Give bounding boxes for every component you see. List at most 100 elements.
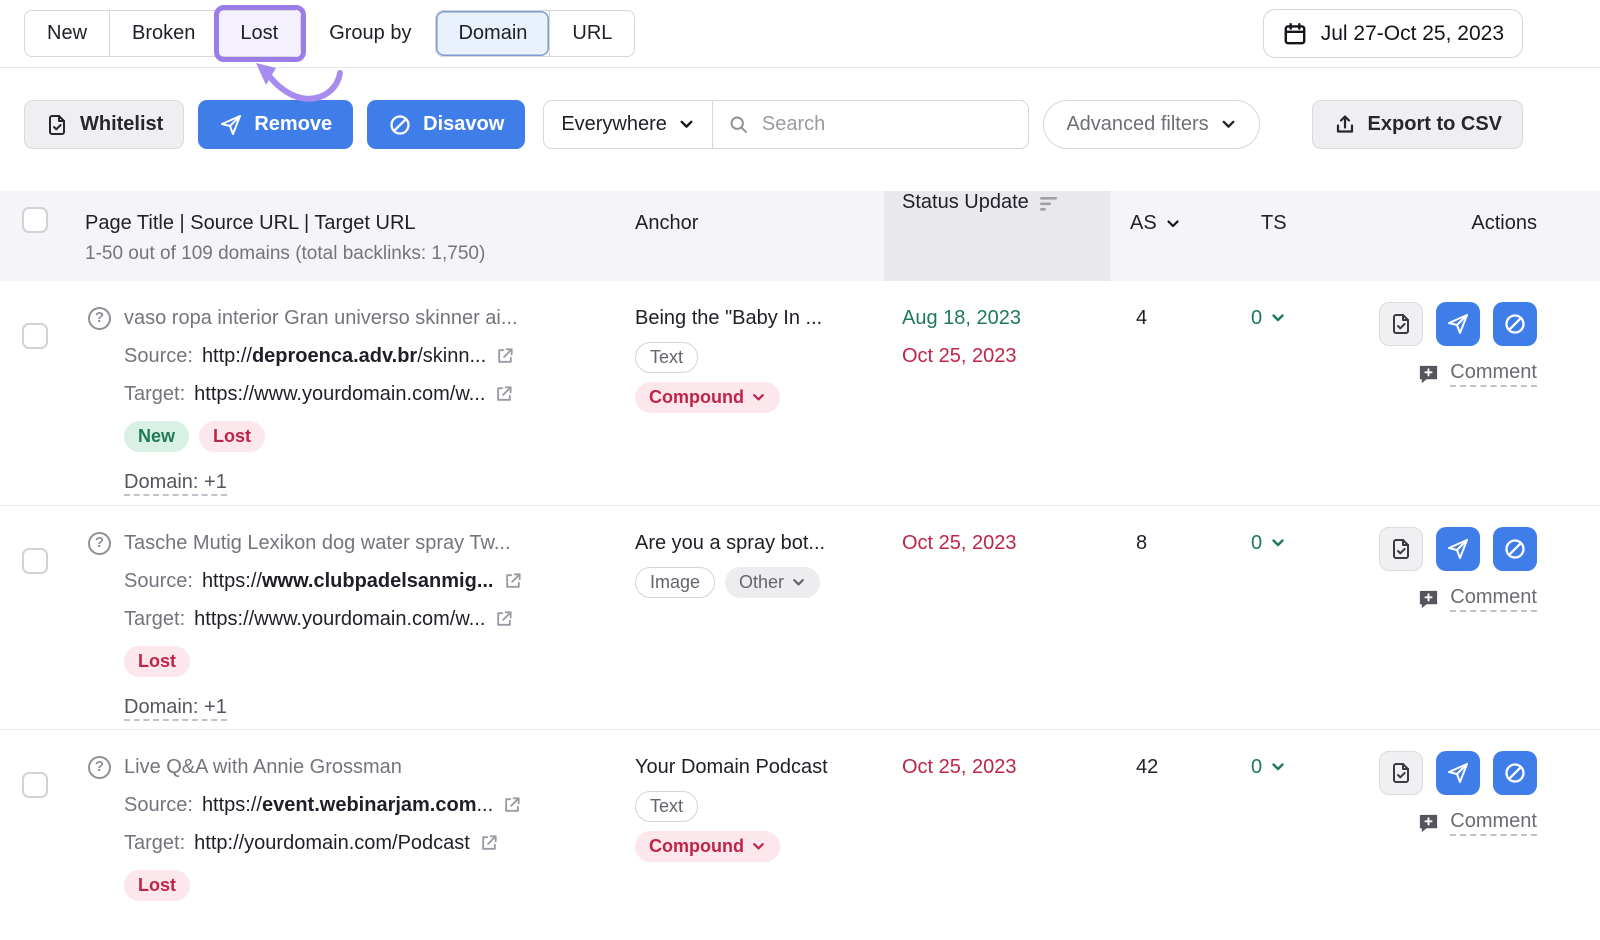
tab-group-domain[interactable]: Domain — [436, 11, 549, 56]
anchor-tags: Text Compound — [635, 342, 884, 413]
source-label: Source: — [124, 786, 193, 824]
domain-more-link[interactable]: Domain: +1 — [124, 471, 227, 496]
external-link-icon[interactable] — [479, 833, 499, 853]
anchor-tag[interactable]: Other — [725, 567, 820, 598]
disavow-action-button[interactable] — [1493, 302, 1537, 346]
chevron-down-icon — [791, 575, 806, 590]
anchor-text: Are you a spray bot... — [635, 524, 884, 562]
anchor-tag-line: Image Other — [635, 567, 820, 598]
anchor-tag-label: Image — [650, 572, 700, 593]
whitelist-action-button[interactable] — [1379, 751, 1423, 795]
source-url-domain: event.webinarjam.com — [262, 794, 477, 816]
row-checkbox[interactable] — [22, 772, 48, 798]
status-badge: Lost — [124, 870, 190, 901]
tab-new[interactable]: New — [25, 11, 109, 56]
anchor-tag[interactable]: Compound — [635, 382, 780, 413]
whitelist-icon — [1389, 761, 1413, 785]
disavow-label: Disavow — [423, 113, 504, 136]
date-range-picker[interactable]: Jul 27-Oct 25, 2023 — [1263, 9, 1523, 58]
action-toolbar: Whitelist Remove Disavow Everywhere — [24, 100, 1576, 149]
whitelist-label: Whitelist — [80, 113, 163, 136]
search-section — [712, 101, 1044, 148]
chevron-down-icon — [751, 390, 766, 405]
status-date: Oct 25, 2023 — [902, 337, 1110, 375]
ts-dropdown[interactable]: 0 — [1251, 524, 1286, 562]
chevron-down-icon — [751, 839, 766, 854]
export-csv-button[interactable]: Export to CSV — [1312, 100, 1523, 149]
anchor-tag-label: Text — [650, 347, 683, 368]
external-link-icon[interactable] — [502, 795, 522, 815]
anchor-tag-line: Text — [635, 791, 698, 822]
chevron-down-icon — [678, 116, 695, 133]
disavow-icon — [388, 113, 412, 137]
advanced-filters-label: Advanced filters — [1066, 113, 1208, 136]
whitelist-icon — [1389, 312, 1413, 336]
tab-broken[interactable]: Broken — [109, 11, 217, 56]
whitelist-action-button[interactable] — [1379, 527, 1423, 571]
target-label: Target: — [124, 824, 185, 862]
ts-dropdown[interactable]: 0 — [1251, 748, 1286, 786]
remove-button[interactable]: Remove — [198, 100, 353, 149]
source-label: Source: — [124, 562, 193, 600]
advanced-filters-dropdown[interactable]: Advanced filters — [1043, 100, 1259, 149]
anchor-tags: Image Other — [635, 567, 884, 598]
source-url-prefix: http:// — [202, 345, 252, 367]
ts-dropdown[interactable]: 0 — [1251, 299, 1286, 337]
external-link-icon[interactable] — [495, 346, 515, 366]
table-row: ? vaso ropa interior Gran universo skinn… — [0, 281, 1600, 505]
external-link-icon[interactable] — [494, 384, 514, 404]
external-link-icon[interactable] — [494, 609, 514, 629]
comment-link[interactable]: Comment — [1417, 361, 1537, 387]
source-url-domain: deproenca.adv.br — [252, 345, 417, 367]
row-checkbox[interactable] — [22, 548, 48, 574]
comment-label: Comment — [1450, 810, 1537, 836]
status-date: Oct 25, 2023 — [902, 524, 1110, 562]
source-label: Source: — [124, 337, 193, 375]
help-icon[interactable]: ? — [88, 756, 111, 779]
disavow-icon — [1503, 761, 1527, 785]
comment-label: Comment — [1450, 586, 1537, 612]
select-all-checkbox[interactable] — [22, 207, 48, 233]
source-url-path: ... — [477, 794, 494, 816]
tab-lost[interactable]: Lost — [217, 11, 300, 56]
chevron-down-icon — [1220, 116, 1237, 133]
comment-plus-icon — [1417, 812, 1440, 835]
anchor-tag-label: Compound — [649, 387, 744, 408]
ts-value: 0 — [1251, 748, 1262, 786]
disavow-action-button[interactable] — [1493, 751, 1537, 795]
remove-action-button[interactable] — [1436, 527, 1480, 571]
disavow-action-button[interactable] — [1493, 527, 1537, 571]
group-by-tabs: Domain URL — [435, 10, 635, 57]
search-icon — [728, 114, 749, 135]
anchor-tag-label: Other — [739, 572, 784, 593]
search-input[interactable] — [760, 112, 1029, 137]
remove-action-button[interactable] — [1436, 302, 1480, 346]
source-url: https://event.webinarjam.com... — [202, 786, 493, 824]
status-date: Oct 25, 2023 — [902, 748, 1110, 786]
comment-plus-icon — [1417, 588, 1440, 611]
ts-value: 0 — [1251, 524, 1262, 562]
comment-link[interactable]: Comment — [1417, 810, 1537, 836]
external-link-icon[interactable] — [503, 571, 523, 591]
disavow-button[interactable]: Disavow — [367, 100, 525, 149]
whitelist-action-button[interactable] — [1379, 302, 1423, 346]
status-badge: New — [124, 421, 189, 452]
target-label: Target: — [124, 600, 185, 638]
backlink-audit-screen: New Broken Lost Group by Domain URL Jul … — [0, 0, 1600, 940]
target-label: Target: — [124, 375, 185, 413]
whitelist-button[interactable]: Whitelist — [24, 100, 184, 149]
row-checkbox[interactable] — [22, 323, 48, 349]
table-body: ? vaso ropa interior Gran universo skinn… — [0, 281, 1600, 940]
chevron-down-icon — [1270, 535, 1286, 551]
help-icon[interactable]: ? — [88, 307, 111, 330]
tab-group-url[interactable]: URL — [549, 11, 634, 56]
search-scope-dropdown[interactable]: Everywhere — [544, 113, 712, 136]
main-column-header: Page Title | Source URL | Target URL — [85, 212, 635, 235]
status-update-column-header[interactable]: Status Update — [884, 191, 1110, 281]
comment-link[interactable]: Comment — [1417, 586, 1537, 612]
remove-action-button[interactable] — [1436, 751, 1480, 795]
domain-more-link[interactable]: Domain: +1 — [124, 696, 227, 721]
anchor-tag[interactable]: Compound — [635, 831, 780, 862]
as-column-header[interactable]: AS — [1130, 212, 1181, 235]
help-icon[interactable]: ? — [88, 532, 111, 555]
